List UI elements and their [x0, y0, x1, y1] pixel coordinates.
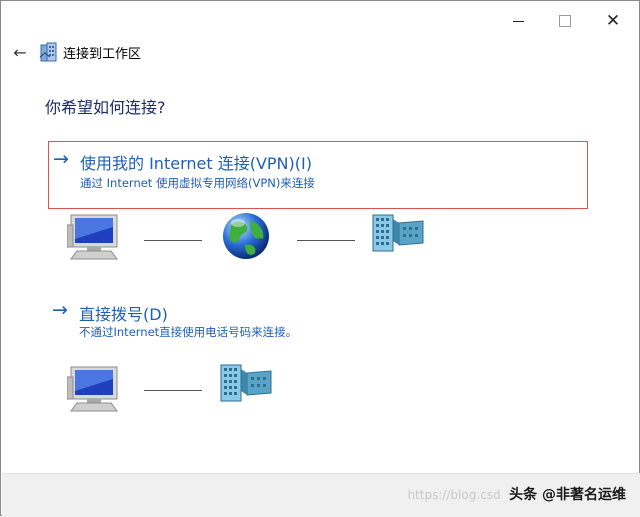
computer-icon: [67, 214, 118, 260]
workplace-building-icon: [220, 364, 272, 402]
dial-option-title: 直接拨号(D): [79, 305, 168, 324]
connection-line: [297, 240, 355, 241]
back-button[interactable]: ←: [9, 39, 31, 65]
connect-to-workplace-window: ✕ ← 连接到工作区 你希望如何连接? → 使用我的 Internet 连接(V…: [0, 0, 640, 517]
vpn-connection-option[interactable]: → 使用我的 Internet 连接(VPN)(I) 通过 Internet 使…: [48, 141, 588, 209]
close-button[interactable]: ✕: [590, 7, 636, 35]
direct-dial-option[interactable]: → 直接拨号(D) 不通过Internet直接使用电话号码来连接。: [48, 297, 588, 343]
vpn-option-title: 使用我的 Internet 连接(VPN)(I): [80, 154, 312, 173]
computer-icon: [67, 366, 118, 412]
page-heading: 你希望如何连接?: [45, 98, 166, 117]
back-arrow-icon: ←: [13, 42, 27, 62]
minimize-icon: [512, 20, 524, 22]
minimize-button[interactable]: [495, 7, 541, 35]
connection-line: [144, 240, 202, 241]
watermark-brand: 头条 @非著名运维: [509, 487, 626, 503]
workplace-title-icon: [39, 42, 57, 62]
maximize-icon: [559, 15, 571, 27]
connection-line: [144, 390, 202, 391]
arrow-right-icon: →: [52, 299, 68, 321]
maximize-button[interactable]: [542, 7, 588, 35]
arrow-right-icon: →: [53, 148, 69, 170]
window-title: 连接到工作区: [63, 47, 142, 62]
globe-icon: [223, 213, 269, 259]
watermark: https://blog.csd 头条 @非著名运维: [407, 484, 626, 504]
workplace-building-icon: [372, 214, 424, 252]
watermark-url: https://blog.csd: [407, 488, 501, 502]
vpn-option-description: 通过 Internet 使用虚拟专用网络(VPN)来连接: [80, 176, 315, 190]
dial-option-description: 不通过Internet直接使用电话号码来连接。: [79, 325, 298, 339]
close-icon: ✕: [605, 11, 621, 31]
